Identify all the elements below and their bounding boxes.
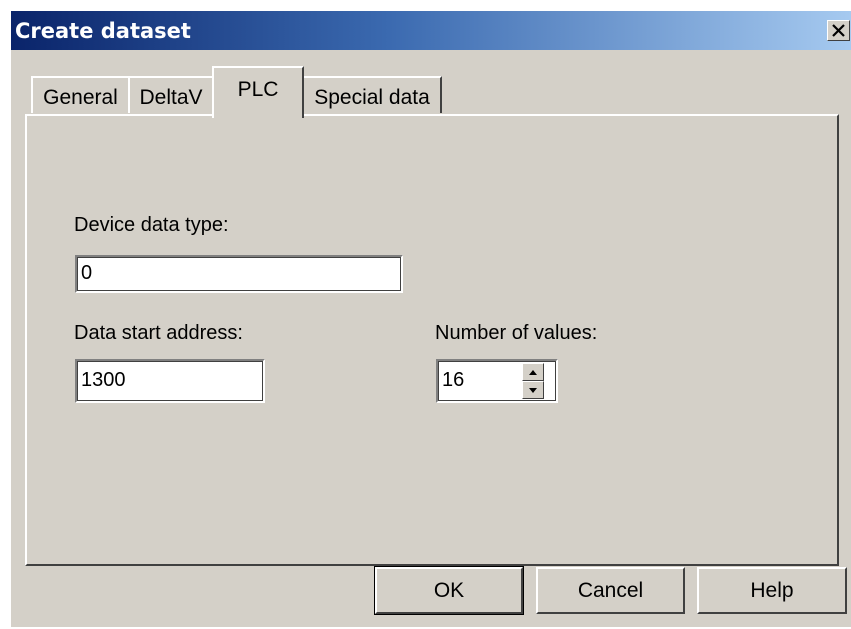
spin-up-arrow-icon [529, 369, 537, 375]
spin-up-button[interactable] [522, 363, 544, 381]
tab-plc[interactable]: PLC [212, 66, 304, 118]
active-tab-joint [214, 112, 302, 118]
tab-deltav[interactable]: DeltaV [128, 76, 214, 113]
tab-plc-label: PLC [237, 78, 279, 101]
help-button[interactable]: Help [697, 567, 847, 614]
tab-general-label: General [43, 86, 118, 109]
tab-special-data-label: Special data [314, 86, 430, 109]
number-of-values-spinner [522, 363, 544, 399]
number-of-values-label: Number of values: [435, 322, 598, 344]
tab-special-data[interactable]: Special data [302, 76, 442, 113]
tab-deltav-label: DeltaV [139, 86, 203, 109]
create-dataset-dialog: Create dataset General DeltaV Special da… [10, 10, 851, 627]
tab-general[interactable]: General [31, 76, 130, 113]
data-start-address-label: Data start address: [74, 322, 243, 344]
ok-button[interactable]: OK [374, 566, 524, 615]
device-data-type-input[interactable]: 0 [75, 255, 403, 293]
cancel-button[interactable]: Cancel [536, 567, 685, 614]
data-start-address-input[interactable]: 1300 [75, 359, 265, 403]
spin-down-arrow-icon [529, 387, 537, 393]
device-data-type-label: Device data type: [74, 214, 229, 236]
spin-down-button[interactable] [522, 381, 544, 399]
tab-strip: General DeltaV Special data PLC [11, 11, 851, 131]
